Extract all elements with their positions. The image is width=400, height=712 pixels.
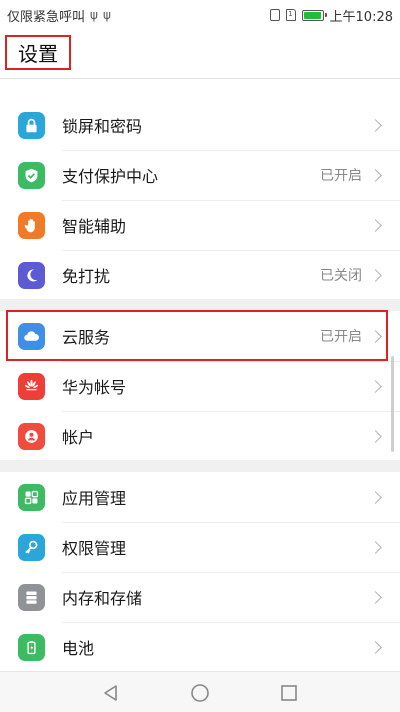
settings-item-label: 云服务 xyxy=(62,328,111,347)
chevron-right-icon xyxy=(369,168,382,182)
back-icon[interactable] xyxy=(100,682,122,704)
apps-grid-icon xyxy=(18,483,45,511)
page-title: 设置 xyxy=(5,35,71,70)
settings-item-permissions[interactable]: 权限管理 xyxy=(0,522,400,572)
settings-item-label: 内存和存储 xyxy=(62,589,143,608)
chevron-right-icon xyxy=(369,429,382,443)
battery-status-icon xyxy=(301,9,327,21)
recents-icon[interactable] xyxy=(278,682,300,704)
settings-item-battery[interactable]: 电池 xyxy=(0,622,400,672)
hand-icon xyxy=(18,211,45,239)
app-header: 设置 xyxy=(0,30,400,80)
settings-item-label: 帐户 xyxy=(62,428,95,447)
lock-icon xyxy=(18,111,45,139)
usb-debug-icon: ψ xyxy=(102,8,111,22)
storage-icon xyxy=(18,583,45,611)
chevron-right-icon xyxy=(369,590,382,604)
chevron-right-icon xyxy=(369,540,382,554)
settings-item-huawei-account[interactable]: 华为帐号 xyxy=(0,361,400,411)
home-icon[interactable] xyxy=(189,682,211,704)
settings-item-status: 已开启 xyxy=(320,329,362,345)
user-icon xyxy=(18,422,45,450)
settings-item-label: 电池 xyxy=(62,639,95,658)
moon-icon xyxy=(18,261,45,289)
chevron-right-icon xyxy=(369,329,382,343)
settings-item-accounts[interactable]: 帐户 xyxy=(0,411,400,461)
group-separator xyxy=(0,299,400,311)
sim-icon: 1 xyxy=(285,9,296,21)
settings-item-status: 已关闭 xyxy=(320,268,362,284)
shield-check-icon xyxy=(18,161,45,189)
settings-item-cloud[interactable]: 云服务 已开启 xyxy=(0,311,400,361)
chevron-right-icon xyxy=(369,640,382,654)
chevron-right-icon xyxy=(369,218,382,232)
usb-icon: ψ xyxy=(90,8,98,22)
navigation-bar xyxy=(0,671,400,712)
battery-icon xyxy=(18,633,45,661)
settings-item-label: 华为帐号 xyxy=(62,378,127,397)
chevron-right-icon xyxy=(369,118,382,132)
huawei-logo-icon xyxy=(18,372,45,400)
settings-item-payment-protection[interactable]: 支付保护中心 已开启 xyxy=(0,150,400,200)
settings-item-do-not-disturb[interactable]: 免打扰 已关闭 xyxy=(0,250,400,300)
status-bar-left: 仅限紧急呼叫 ψ ψ xyxy=(7,6,111,25)
settings-item-label: 权限管理 xyxy=(62,539,127,558)
settings-item-label: 支付保护中心 xyxy=(62,167,159,186)
settings-item-label: 锁屏和密码 xyxy=(62,117,143,136)
settings-item-lock-screen[interactable]: 锁屏和密码 xyxy=(0,100,400,150)
scrollbar[interactable] xyxy=(391,356,394,452)
cloud-icon xyxy=(18,322,45,350)
chevron-right-icon xyxy=(369,490,382,504)
status-bar-right: 1 上午10:28 xyxy=(269,6,393,25)
chevron-right-icon xyxy=(369,379,382,393)
settings-item-smart-assist[interactable]: 智能辅助 xyxy=(0,200,400,250)
key-icon xyxy=(18,533,45,561)
group-separator xyxy=(0,460,400,472)
vibrate-icon xyxy=(269,9,280,21)
status-bar: 仅限紧急呼叫 ψ ψ 1 上午10:28 xyxy=(0,0,400,30)
settings-item-status: 已开启 xyxy=(320,168,362,184)
settings-item-label: 应用管理 xyxy=(62,489,127,508)
chevron-right-icon xyxy=(369,268,382,282)
settings-item-label: 免打扰 xyxy=(62,267,111,286)
settings-item-storage[interactable]: 内存和存储 xyxy=(0,572,400,622)
settings-item-label: 智能辅助 xyxy=(62,217,127,236)
settings-item-app-management[interactable]: 应用管理 xyxy=(0,472,400,522)
carrier-text: 仅限紧急呼叫 xyxy=(7,9,86,25)
header-divider xyxy=(0,78,400,79)
clock-text: 上午10:28 xyxy=(329,9,393,25)
